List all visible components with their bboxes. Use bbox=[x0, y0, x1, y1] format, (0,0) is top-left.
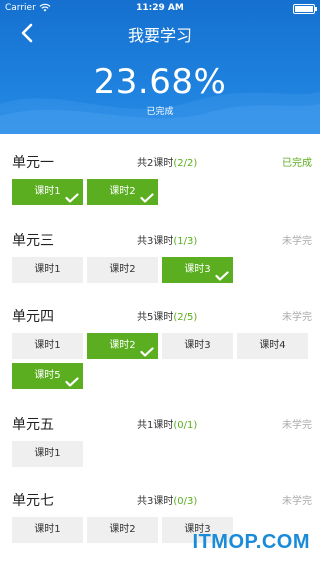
lesson-count-label: 共2课时 bbox=[137, 158, 174, 169]
check-icon bbox=[215, 271, 229, 281]
watermark: ITMOP.COM bbox=[192, 531, 310, 553]
unit-status: 未学完 bbox=[282, 420, 312, 431]
unit-lesson-count: 共5课时(2/5) bbox=[137, 308, 197, 323]
lesson-button[interactable]: 课时2 bbox=[87, 517, 158, 543]
lesson-button[interactable]: 课时3 bbox=[162, 257, 233, 283]
lesson-label: 课时3 bbox=[184, 340, 211, 351]
lesson-button[interactable]: 课时5 bbox=[12, 363, 83, 389]
lesson-label: 课时4 bbox=[259, 340, 286, 351]
unit-status: 未学完 bbox=[282, 312, 312, 323]
unit-name: 单元三 bbox=[12, 233, 54, 249]
unit-status: 未学完 bbox=[282, 496, 312, 507]
check-icon bbox=[65, 193, 79, 203]
lesson-label: 课时1 bbox=[34, 448, 61, 459]
unit-lesson-count: 共3课时(0/3) bbox=[137, 492, 197, 507]
lesson-label: 课时2 bbox=[109, 186, 136, 197]
unit-status: 已完成 bbox=[282, 158, 312, 169]
lesson-label: 课时1 bbox=[34, 186, 61, 197]
lesson-label: 课时1 bbox=[34, 524, 61, 535]
completion-percent: 23.68% bbox=[93, 62, 227, 102]
check-icon bbox=[140, 193, 154, 203]
lesson-button[interactable]: 课时1 bbox=[12, 517, 83, 543]
lesson-label: 课时2 bbox=[109, 524, 136, 535]
status-bar: Carrier 11:29 AM bbox=[0, 0, 320, 18]
lesson-label: 课时1 bbox=[34, 264, 61, 275]
lesson-label: 课时1 bbox=[34, 340, 61, 351]
lesson-button[interactable]: 课时1 bbox=[12, 333, 83, 359]
lesson-label: 课时2 bbox=[109, 340, 136, 351]
unit-name: 单元七 bbox=[12, 493, 54, 509]
lesson-count-label: 共3课时 bbox=[137, 496, 174, 507]
unit-lesson-count: 共2课时(2/2) bbox=[137, 154, 197, 169]
lesson-progress: (0/3) bbox=[173, 496, 198, 507]
lesson-button[interactable]: 课时1 bbox=[12, 441, 83, 467]
lesson-progress: (1/3) bbox=[173, 236, 198, 247]
lesson-button[interactable]: 课时1 bbox=[12, 257, 83, 283]
lesson-button[interactable]: 课时2 bbox=[87, 333, 158, 359]
header: Carrier 11:29 AM 我要学习 23.68% 已完成 bbox=[0, 0, 320, 134]
lesson-count-label: 共1课时 bbox=[137, 420, 174, 431]
lesson-count-label: 共3课时 bbox=[137, 236, 174, 247]
lesson-button[interactable]: 课时2 bbox=[87, 257, 158, 283]
unit-lesson-count: 共1课时(0/1) bbox=[137, 416, 197, 431]
lesson-label: 课时5 bbox=[34, 370, 61, 381]
unit-lesson-count: 共3课时(1/3) bbox=[137, 232, 197, 247]
unit-status: 未学完 bbox=[282, 236, 312, 247]
lesson-button[interactable]: 课时3 bbox=[162, 333, 233, 359]
clock: 11:29 AM bbox=[136, 3, 184, 13]
battery-icon bbox=[293, 4, 317, 14]
lesson-progress: (2/2) bbox=[173, 158, 198, 169]
lesson-progress: (2/5) bbox=[173, 312, 198, 323]
lesson-progress: (0/1) bbox=[173, 420, 198, 431]
unit-name: 单元五 bbox=[12, 417, 54, 433]
lesson-button[interactable]: 课时4 bbox=[237, 333, 308, 359]
page-title: 我要学习 bbox=[127, 26, 192, 45]
lesson-button[interactable]: 课时1 bbox=[12, 179, 83, 205]
lesson-button[interactable]: 课时2 bbox=[87, 179, 158, 205]
lesson-label: 课时2 bbox=[109, 264, 136, 275]
check-icon bbox=[65, 377, 79, 387]
check-icon bbox=[140, 347, 154, 357]
completion-label: 已完成 bbox=[146, 107, 174, 117]
unit-name: 单元一 bbox=[12, 155, 54, 171]
lesson-label: 课时3 bbox=[184, 264, 211, 275]
lesson-count-label: 共5课时 bbox=[137, 312, 174, 323]
unit-name: 单元四 bbox=[12, 309, 54, 325]
